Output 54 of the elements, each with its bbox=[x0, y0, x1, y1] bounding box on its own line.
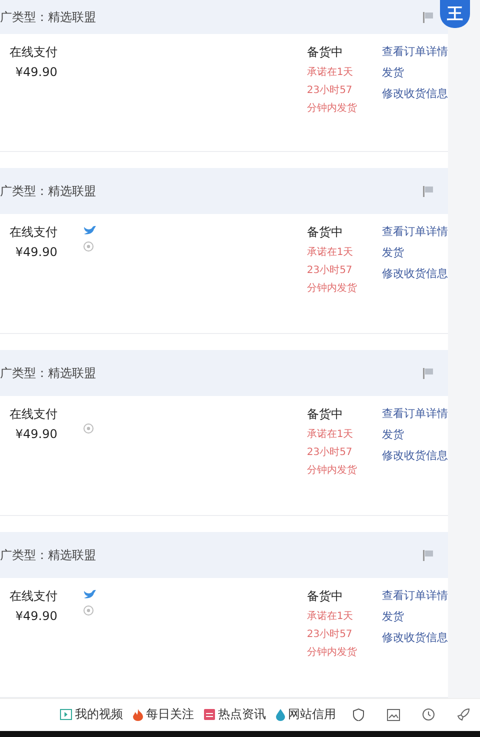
promotion-type: 广类型：精选联盟 bbox=[0, 8, 96, 26]
promotion-type: 广类型：精选联盟 bbox=[0, 364, 96, 382]
order-status: 备货中 bbox=[306, 44, 344, 60]
promotion-type: 广类型：精选联盟 bbox=[0, 182, 96, 200]
payment-method: 在线支付 bbox=[9, 406, 58, 422]
location-icon bbox=[83, 605, 94, 616]
payment-method: 在线支付 bbox=[9, 44, 58, 60]
order-action-link[interactable]: 发货 bbox=[382, 427, 448, 443]
flag-icon[interactable] bbox=[422, 548, 434, 562]
bottom-bar-link[interactable]: 我的视频 bbox=[60, 706, 123, 724]
order-action-link[interactable]: 修改收货信息 bbox=[382, 266, 448, 282]
order-action-link[interactable]: 发货 bbox=[382, 609, 448, 625]
flag-icon[interactable] bbox=[422, 10, 434, 24]
shipping-promise: 承诺在1天23小时57分钟内发货 bbox=[306, 610, 357, 660]
news-icon bbox=[204, 709, 215, 720]
payment-method: 在线支付 bbox=[9, 224, 58, 240]
payment-method: 在线支付 bbox=[9, 588, 58, 604]
bottom-bar-link[interactable]: 网站信用 bbox=[276, 706, 336, 724]
shipping-promise: 承诺在1天23小时57分钟内发货 bbox=[306, 246, 357, 296]
shipping-promise: 承诺在1天23小时57分钟内发货 bbox=[306, 428, 357, 478]
flag-icon[interactable] bbox=[422, 366, 434, 380]
order-action-link[interactable]: 发货 bbox=[382, 245, 448, 261]
image-icon[interactable] bbox=[387, 708, 400, 721]
shield-icon[interactable] bbox=[352, 708, 365, 722]
bottom-bar-link[interactable]: 每日关注 bbox=[133, 706, 194, 724]
clock-icon[interactable] bbox=[422, 708, 435, 722]
flag-icon[interactable] bbox=[422, 184, 434, 198]
order-price: ¥49.90 bbox=[15, 426, 58, 442]
order-action-link[interactable]: 发货 bbox=[382, 65, 448, 81]
rocket-icon[interactable] bbox=[457, 708, 470, 722]
order-price: ¥49.90 bbox=[15, 64, 58, 80]
chat-badge[interactable]: 王 bbox=[440, 0, 470, 28]
order-status: 备货中 bbox=[306, 224, 344, 240]
shipping-promise: 承诺在1天23小时57分钟内发货 bbox=[306, 66, 357, 116]
flame-icon bbox=[133, 708, 143, 721]
order-action-link[interactable]: 查看订单详情 bbox=[382, 588, 448, 604]
bottom-bar-link[interactable]: 热点资讯 bbox=[204, 706, 266, 724]
order-status: 备货中 bbox=[306, 588, 344, 604]
drop-icon bbox=[276, 708, 285, 721]
location-icon bbox=[83, 241, 94, 252]
bird-icon bbox=[83, 224, 96, 235]
order-action-link[interactable]: 修改收货信息 bbox=[382, 448, 448, 464]
order-action-link[interactable]: 修改收货信息 bbox=[382, 630, 448, 646]
location-icon bbox=[83, 423, 94, 434]
order-action-link[interactable]: 修改收货信息 bbox=[382, 86, 448, 102]
order-price: ¥49.90 bbox=[15, 608, 58, 624]
order-price: ¥49.90 bbox=[15, 244, 58, 260]
bird-icon bbox=[83, 588, 96, 599]
order-action-link[interactable]: 查看订单详情 bbox=[382, 406, 448, 422]
order-action-link[interactable]: 查看订单详情 bbox=[382, 44, 448, 60]
order-action-link[interactable]: 查看订单详情 bbox=[382, 224, 448, 240]
order-status: 备货中 bbox=[306, 406, 344, 422]
promotion-type: 广类型：精选联盟 bbox=[0, 546, 96, 564]
play-icon bbox=[60, 709, 72, 720]
